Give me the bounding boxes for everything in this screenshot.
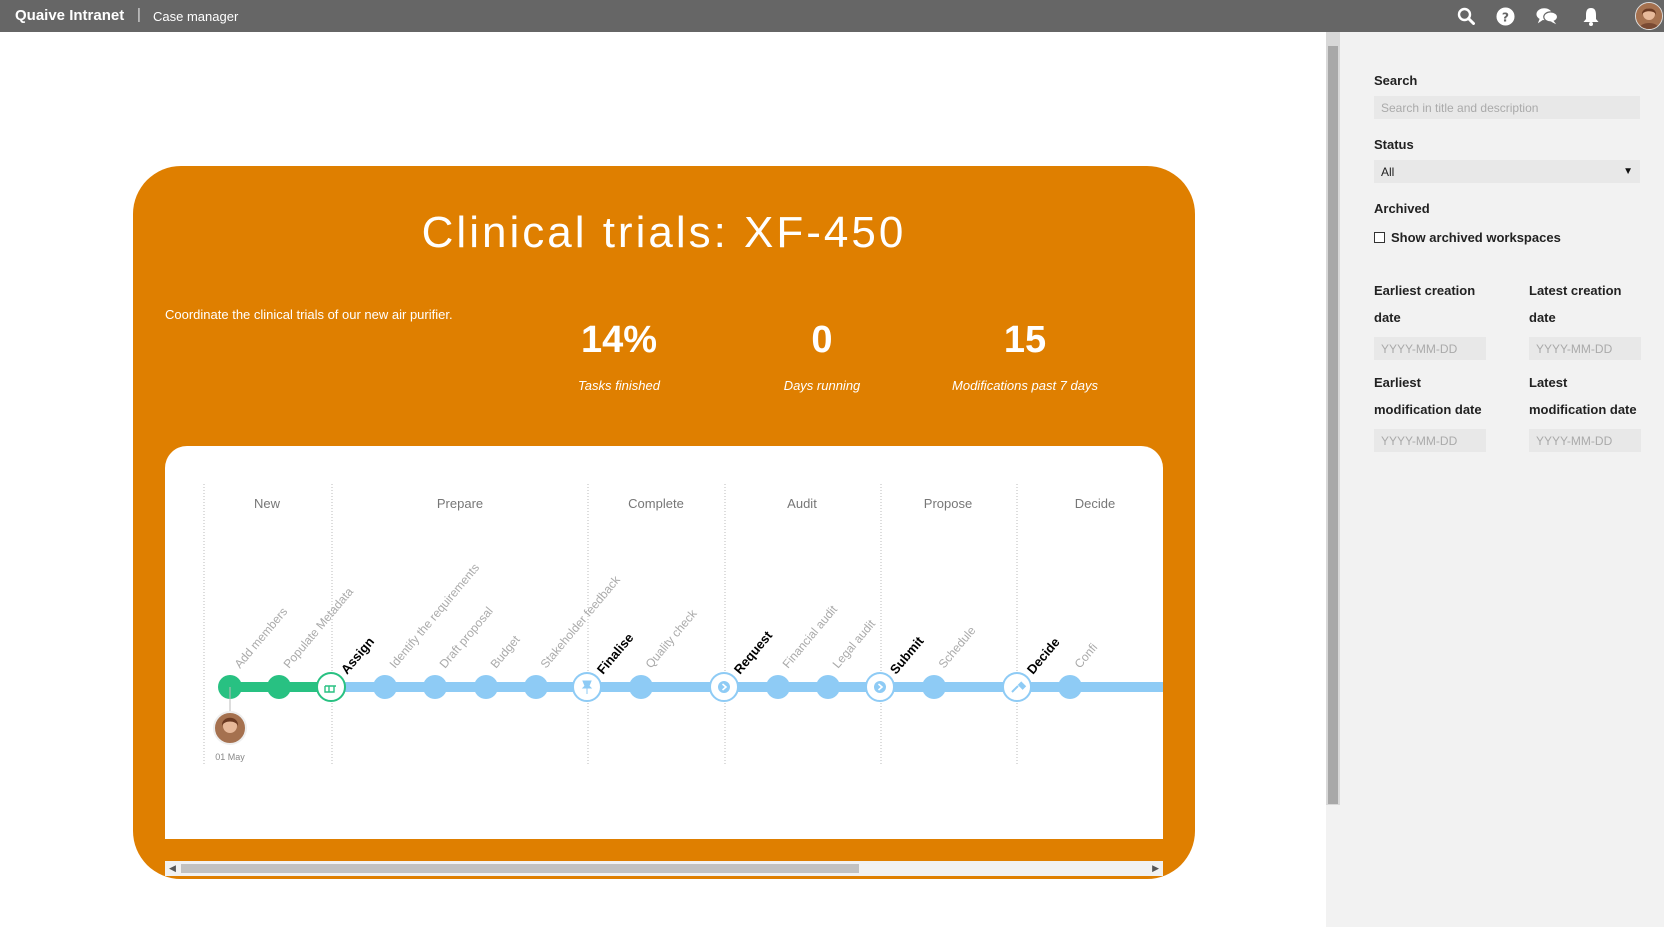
latest-creation-label-2: date	[1529, 310, 1556, 325]
latest-creation-date-input[interactable]: YYYY-MM-DD	[1529, 337, 1641, 360]
scroll-right-arrow-icon[interactable]: ▶	[1152, 863, 1159, 874]
earliest-creation-label-1: Earliest creation	[1374, 283, 1476, 298]
stat-value: 0	[811, 319, 833, 361]
main-content: Clinical trials: XF-450 Coordinate the c…	[0, 32, 1326, 927]
stat-label: Modifications past 7 days	[952, 378, 1098, 393]
brand-link[interactable]: Quaive Intranet	[15, 7, 124, 24]
arrow-circle-icon	[874, 681, 886, 693]
earliest-modification-date-input[interactable]: YYYY-MM-DD	[1374, 429, 1486, 452]
arrow-circle-icon-bg	[718, 681, 730, 693]
date-placeholder: YYYY-MM-DD	[1536, 433, 1613, 448]
task-node	[423, 675, 447, 699]
scrollbar-thumb[interactable]	[181, 864, 859, 873]
task-node	[267, 675, 291, 699]
date-placeholder: YYYY-MM-DD	[1536, 341, 1613, 356]
stat-label: Days running	[783, 378, 861, 393]
phase-label: Propose	[924, 496, 972, 511]
date-placeholder: YYYY-MM-DD	[1381, 341, 1458, 356]
phase-label: Prepare	[437, 496, 483, 511]
task-label: Schedule	[936, 623, 979, 671]
workspace-title: Clinical trials: XF-450	[421, 208, 907, 257]
earliest-modification-label-2: modification date	[1374, 402, 1482, 417]
stat-value: 15	[1003, 319, 1047, 361]
task-label: Assign	[338, 634, 377, 677]
app-name-link[interactable]: Case manager	[153, 9, 238, 24]
search-label: Search	[1374, 73, 1418, 88]
latest-creation-label-1: Latest creation	[1529, 283, 1622, 298]
status-label: Status	[1374, 137, 1414, 152]
scrollbar-thumb[interactable]	[1328, 46, 1338, 804]
timeline-container[interactable]: New Prepare Complete Audit Propose Decide Add …	[165, 446, 1163, 839]
task-node	[1058, 675, 1082, 699]
user-avatar[interactable]	[1635, 2, 1663, 30]
task-label: Decide	[1024, 635, 1063, 677]
earliest-creation-label-2: date	[1374, 310, 1401, 325]
task-label: Draft proposal	[437, 604, 496, 671]
milestone-node	[316, 672, 346, 702]
search-input[interactable]: Search in title and description	[1374, 96, 1640, 119]
task-label: Confi	[1072, 640, 1101, 670]
sidebar-vertical-scrollbar[interactable]	[1326, 32, 1340, 805]
help-icon[interactable]: ?	[1494, 5, 1516, 27]
phase-label: Audit	[787, 496, 817, 511]
search-icon[interactable]	[1455, 5, 1477, 27]
svg-text:?: ?	[1501, 10, 1508, 24]
chat-icon[interactable]	[1536, 5, 1558, 27]
chevron-down-icon: ▼	[1623, 166, 1633, 177]
checkbox-box[interactable]	[1374, 232, 1385, 243]
phase-label: New	[254, 496, 281, 511]
stat-label: Tasks finished	[578, 378, 660, 393]
task-label: Request	[731, 627, 776, 676]
filter-sidebar: Search Search in title and description S…	[1326, 32, 1664, 927]
earliest-creation-date-input[interactable]: YYYY-MM-DD	[1374, 337, 1486, 360]
arrow-circle-icon-bg	[874, 681, 886, 693]
brand-separator: |	[137, 6, 141, 23]
task-node	[922, 675, 946, 699]
latest-modification-date-input[interactable]: YYYY-MM-DD	[1529, 429, 1641, 452]
checkbox-label: Show archived workspaces	[1391, 230, 1561, 245]
task-label: Identify the requirements	[387, 561, 483, 671]
workspace-panel: Clinical trials: XF-450 Coordinate the c…	[133, 166, 1195, 879]
show-archived-checkbox[interactable]: Show archived workspaces	[1374, 230, 1561, 245]
task-node	[816, 675, 840, 699]
phase-label: Decide	[1075, 496, 1115, 511]
archived-label: Archived	[1374, 201, 1430, 216]
task-node	[474, 675, 498, 699]
task-label: Quality check	[643, 606, 701, 671]
workspace-description: Coordinate the clinical trials of our ne…	[165, 307, 453, 322]
task-label: Budget	[488, 632, 524, 671]
task-node	[629, 675, 653, 699]
top-navigation-bar: Quaive Intranet | Case manager ?	[0, 0, 1664, 32]
task-node	[524, 675, 548, 699]
earliest-modification-label-1: Earliest	[1374, 375, 1421, 390]
scroll-left-arrow-icon[interactable]: ◀	[169, 863, 176, 874]
timeline-start-date: 01 May	[215, 752, 245, 762]
latest-modification-label-1: Latest	[1529, 375, 1568, 390]
search-input-placeholder: Search in title and description	[1381, 100, 1539, 115]
timeline-chart: New Prepare Complete Audit Propose DecideAdd …	[203, 484, 1163, 766]
timeline-horizontal-scrollbar[interactable]: ◀ ▶	[165, 861, 1163, 876]
bell-icon[interactable]	[1580, 5, 1602, 27]
arrow-circle-icon	[718, 681, 730, 693]
stat-tasks-finished: 14% Tasks finished	[519, 318, 719, 393]
stat-days-running: 0 Days running	[722, 318, 922, 393]
task-label: Finalise	[594, 630, 637, 677]
phase-label: Complete	[628, 496, 684, 511]
stat-value: 14%	[580, 319, 658, 361]
task-label: Submit	[887, 633, 927, 677]
status-select[interactable]: All ▼	[1374, 160, 1640, 183]
task-node	[766, 675, 790, 699]
task-node	[373, 675, 397, 699]
stat-modifications: 15 Modifications past 7 days	[925, 318, 1125, 393]
latest-modification-label-2: modification date	[1529, 402, 1637, 417]
date-placeholder: YYYY-MM-DD	[1381, 433, 1458, 448]
task-label: Legal audit	[830, 616, 879, 670]
status-select-value: All	[1381, 164, 1395, 179]
